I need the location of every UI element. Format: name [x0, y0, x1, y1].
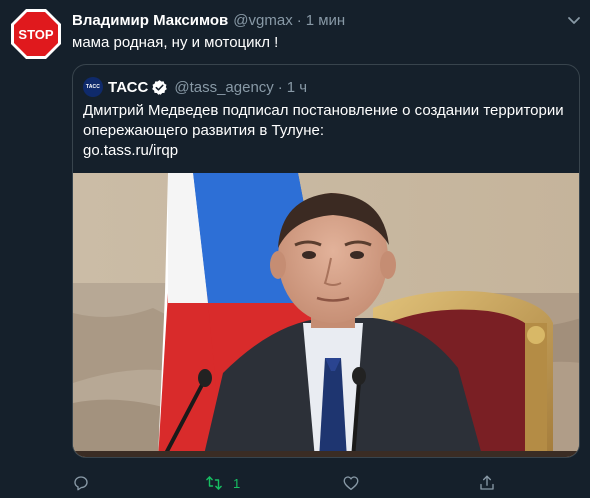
- quoted-tweet-card[interactable]: ТАСС ТАСС @tass_agency · 1 ч Дмитрий Мед…: [72, 64, 580, 458]
- quoted-author-name[interactable]: ТАСС: [108, 79, 148, 96]
- quoted-author-handle[interactable]: @tass_agency: [174, 79, 273, 96]
- retweet-count: 1: [233, 475, 241, 491]
- author-avatar[interactable]: STOP: [10, 8, 62, 60]
- tweet-text: мама родная, ну и мотоцикл !: [72, 34, 279, 51]
- quoted-link[interactable]: go.tass.ru/irqp: [83, 141, 573, 161]
- stop-sign-icon: STOP: [11, 9, 61, 59]
- reply-button[interactable]: [72, 472, 90, 494]
- stop-sign-text: STOP: [18, 27, 53, 42]
- verified-badge-icon: [152, 79, 168, 95]
- retweet-icon: [206, 476, 222, 490]
- heart-icon: [343, 476, 359, 491]
- quoted-separator: ·: [277, 78, 283, 96]
- like-button[interactable]: [342, 472, 360, 494]
- author-handle[interactable]: @vgmax: [233, 12, 292, 29]
- tweet-timestamp[interactable]: 1 мин: [306, 12, 346, 29]
- chevron-down-icon: [568, 17, 580, 24]
- quoted-tweet-text: Дмитрий Медведев подписал постановление …: [83, 101, 573, 161]
- quoted-text-line-2: опережающего развития в Тулуне:: [83, 122, 325, 139]
- tweet-actions: 1: [72, 472, 582, 494]
- share-button[interactable]: [478, 472, 496, 494]
- more-options-button[interactable]: [564, 10, 584, 30]
- quoted-tweet-photo[interactable]: [73, 173, 580, 458]
- share-icon: [480, 475, 494, 490]
- quoted-text-line-1: Дмитрий Медведев подписал постановление …: [83, 102, 564, 119]
- quoted-timestamp[interactable]: 1 ч: [287, 79, 307, 96]
- tass-logo-avatar[interactable]: ТАСС: [83, 77, 103, 97]
- reply-icon: [74, 476, 88, 491]
- quoted-tweet-header: ТАСС ТАСС @tass_agency · 1 ч: [83, 76, 307, 98]
- retweet-button[interactable]: 1: [205, 472, 240, 494]
- author-name[interactable]: Владимир Максимов: [72, 12, 228, 29]
- header-separator: ·: [296, 11, 302, 29]
- tweet-header: Владимир Максимов @vgmax · 1 мин: [72, 10, 562, 30]
